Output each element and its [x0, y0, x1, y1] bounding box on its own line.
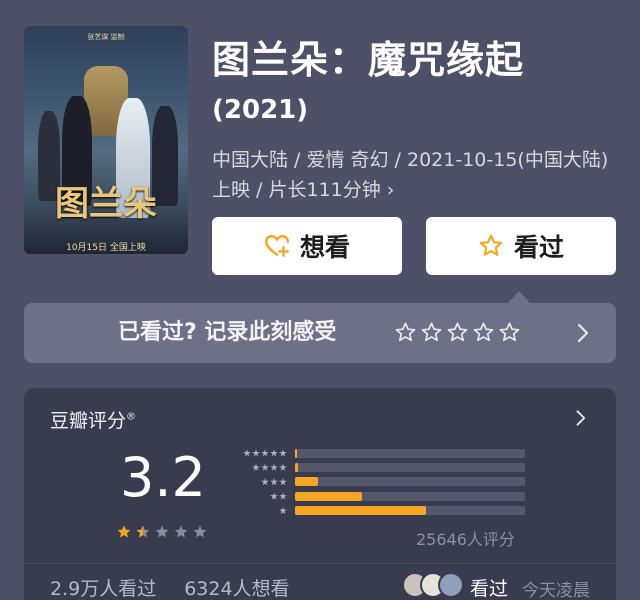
- mini-star-icon: [252, 463, 260, 471]
- want-label: 想看: [299, 233, 350, 262]
- mini-star-icon: [261, 477, 269, 486]
- poster-release: 10月15日 全国上映: [66, 243, 146, 253]
- rating-bar-row: [229, 460, 525, 474]
- want-to-watch-button[interactable]: 想看: [212, 217, 402, 275]
- seen-count[interactable]: 2.9万人看过: [50, 574, 156, 600]
- mini-star-icon: [279, 449, 287, 457]
- mini-stars: [229, 492, 287, 500]
- star-outline-icon[interactable]: [472, 321, 495, 344]
- rating-bar-row: [229, 489, 525, 503]
- rating-score: 3.2: [120, 446, 206, 509]
- heart-plus-icon: [264, 235, 290, 257]
- rating-bar-fill: [295, 491, 362, 501]
- mini-star-icon: [252, 449, 260, 457]
- divider: [24, 563, 616, 564]
- rating-bar-track: [295, 448, 525, 458]
- record-stars[interactable]: [394, 321, 521, 344]
- avatar: [438, 572, 464, 598]
- star-outline-icon[interactable]: [498, 321, 521, 344]
- rating-star-icon: [136, 525, 150, 538]
- chevron-right-icon: [577, 323, 589, 343]
- chevron-right-icon: [576, 410, 586, 426]
- douban-rating-card[interactable]: 豆瓣评分® 3.2 25646人评分 2.9万人看过 6324人想看 看过 今天…: [24, 388, 616, 600]
- friend-time: 今天凌晨: [522, 581, 590, 600]
- rating-star-icon: [155, 525, 169, 538]
- rating-star-icon: [117, 525, 131, 538]
- mini-star-icon: [279, 463, 287, 471]
- mini-star-icon: [270, 477, 278, 486]
- record-prompt: 已看过? 记录此刻感受: [118, 320, 337, 345]
- mini-stars: [229, 463, 287, 472]
- rating-star-icon: [174, 525, 188, 538]
- mini-star-icon: [270, 449, 278, 457]
- rating-label: 豆瓣评分®: [50, 410, 137, 432]
- watched-button[interactable]: 看过: [426, 217, 616, 275]
- star-outline-icon: [479, 234, 503, 256]
- record-feeling-bar[interactable]: 已看过? 记录此刻感受: [24, 303, 616, 363]
- rating-bar-fill: [295, 506, 427, 516]
- movie-title: 图兰朵：魔咒缘起: [212, 38, 525, 82]
- poster-top-text: 张艺谋 监制: [87, 33, 125, 41]
- vote-count[interactable]: 25646人评分: [416, 526, 515, 550]
- callout-pointer: [508, 291, 530, 303]
- watch-stats: 2.9万人看过 6324人想看: [50, 574, 290, 600]
- mini-stars: [229, 477, 287, 486]
- poster-title: 图兰朵: [55, 184, 157, 224]
- mini-star-icon: [279, 492, 287, 500]
- rating-bar-row: [229, 475, 525, 489]
- star-outline-icon[interactable]: [394, 321, 417, 344]
- mini-star-icon: [261, 463, 269, 471]
- movie-meta[interactable]: 中国大陆 / 爱情 奇幻 / 2021-10-15(中国大陆)上映 / 片长11…: [212, 145, 622, 205]
- rating-bar-fill: [295, 477, 318, 487]
- mini-star-icon: [243, 449, 251, 457]
- mini-stars: [229, 449, 287, 457]
- rating-distribution: [229, 446, 525, 518]
- movie-year: (2021): [212, 95, 309, 125]
- mini-stars: [229, 506, 287, 515]
- star-outline-icon[interactable]: [446, 321, 469, 344]
- rating-bar-fill: [295, 448, 298, 458]
- mini-star-icon: [270, 492, 278, 500]
- mini-star-icon: [261, 449, 269, 457]
- friend-avatars[interactable]: [402, 572, 464, 598]
- seen-label: 看过: [513, 233, 564, 262]
- rating-bar-fill: [295, 463, 299, 473]
- friend-action: 看过: [470, 578, 509, 600]
- rating-star-icon: [193, 525, 207, 538]
- mini-star-icon: [279, 506, 287, 515]
- star-outline-icon[interactable]: [420, 321, 443, 344]
- rating-bar-row: [229, 504, 525, 518]
- mini-star-icon: [279, 477, 287, 486]
- rating-bar-track: [295, 506, 525, 516]
- mini-star-icon: [270, 463, 278, 471]
- rating-bar-track: [295, 491, 525, 501]
- movie-poster[interactable]: 张艺谋 监制 图兰朵 10月15日 全国上映: [24, 26, 188, 254]
- rating-bar-track: [295, 463, 525, 473]
- want-count[interactable]: 6324人想看: [184, 574, 289, 600]
- rating-stars: [116, 524, 208, 540]
- rating-bar-track: [295, 477, 525, 487]
- rating-bar-row: [229, 446, 525, 460]
